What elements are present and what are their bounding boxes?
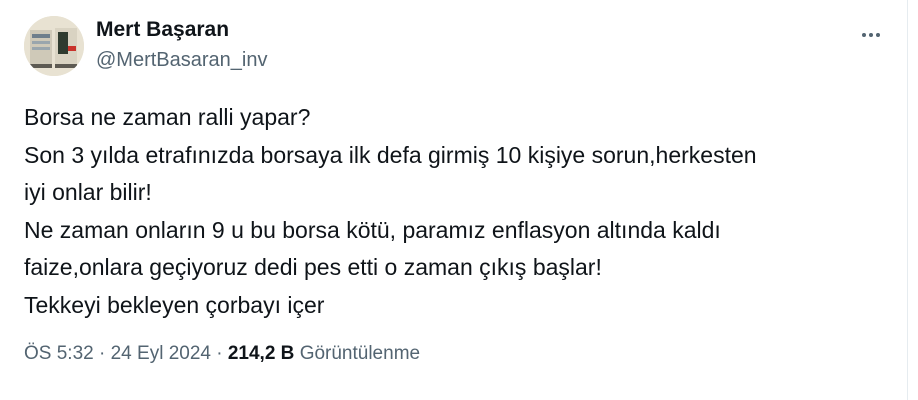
tweet-line: Ne zaman onların 9 u bu borsa kötü, para…: [24, 216, 721, 243]
avatar[interactable]: [24, 16, 84, 76]
tweet-line: Borsa ne zaman ralli yapar?: [24, 104, 311, 130]
timestamp-link[interactable]: ÖS 5:32 · 24 Eyl 2024: [24, 343, 211, 364]
separator: ·: [216, 343, 223, 364]
author-name[interactable]: Mert Başaran: [96, 16, 267, 44]
author-block: Mert Başaran @MertBasaran_inv: [96, 16, 267, 74]
avatar-image: [24, 16, 84, 76]
more-button[interactable]: [854, 18, 888, 52]
views-count[interactable]: 214,2 B: [228, 343, 295, 364]
author-handle[interactable]: @MertBasaran_inv: [96, 46, 267, 74]
more-horizontal-icon: [862, 33, 866, 37]
tweet-line: Son 3 yılda etrafınızda borsaya ilk defa…: [24, 141, 757, 168]
tweet-line: iyi onlar bilir!: [24, 179, 152, 205]
separator: ·: [99, 343, 106, 364]
tweet-date: 24 Eyl 2024: [110, 343, 211, 364]
views-label[interactable]: Görüntülenme: [300, 343, 420, 364]
tweet-meta: ÖS 5:32 · 24 Eyl 2024 · 214,2 B Görüntül…: [24, 340, 420, 368]
tweet-time: ÖS 5:32: [24, 343, 94, 364]
tweet-line: Tekkeyi bekleyen çorbayı içer: [24, 291, 325, 318]
tweet-card: Mert Başaran @MertBasaran_inv Borsa ne z…: [0, 0, 918, 400]
tweet-text: Borsa ne zaman ralli yapar? Son 3 yılda …: [24, 99, 864, 324]
tweet-line: faize,onlara geçiyoruz dedi pes etti o z…: [24, 254, 602, 280]
divider: [907, 0, 908, 400]
